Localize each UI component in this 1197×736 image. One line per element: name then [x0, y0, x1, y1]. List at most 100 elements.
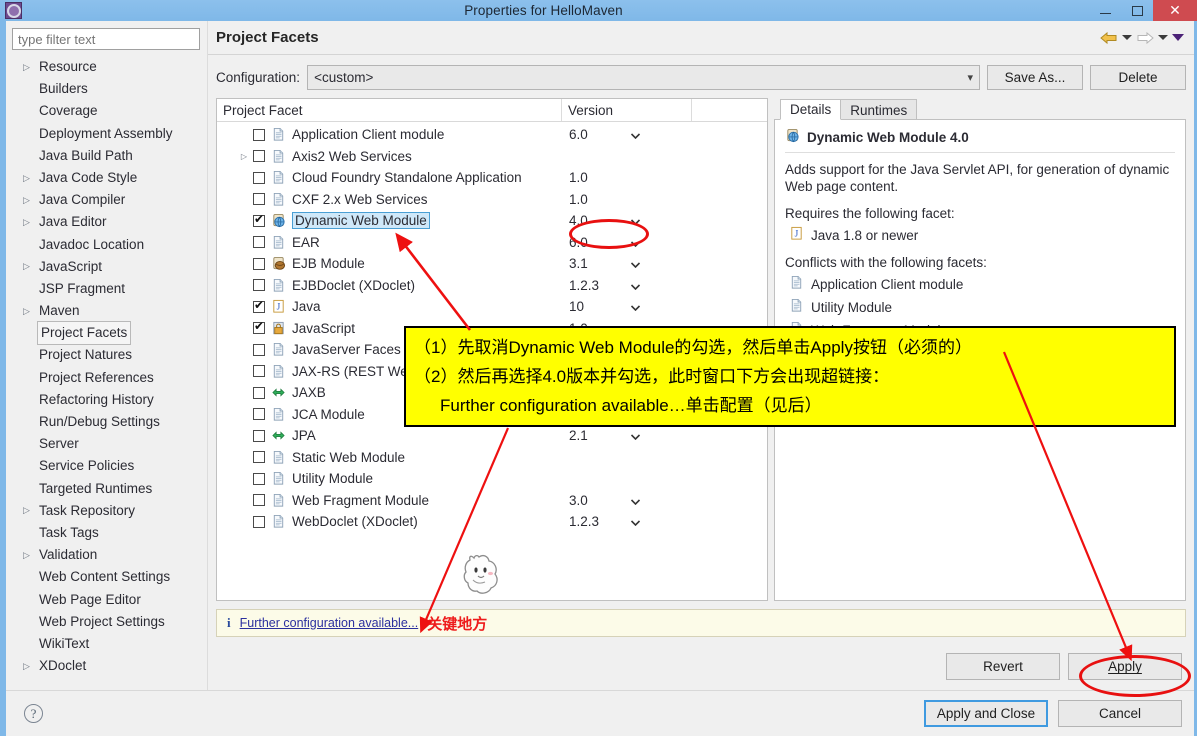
- facet-checkbox[interactable]: [253, 150, 265, 163]
- help-icon[interactable]: ?: [24, 704, 43, 723]
- facet-checkbox[interactable]: [253, 298, 265, 313]
- sidebar-item-web-page-editor[interactable]: Web Page Editor: [12, 589, 202, 611]
- sidebar-item-javadoc-location[interactable]: Javadoc Location: [12, 234, 202, 256]
- sidebar-item-project-facets[interactable]: Project Facets: [12, 321, 202, 346]
- facet-version[interactable]: 1.0: [569, 170, 588, 185]
- facet-version[interactable]: 1.2.3: [569, 278, 599, 293]
- facet-checkbox[interactable]: [253, 128, 265, 141]
- facet-version[interactable]: 6.0: [569, 127, 588, 142]
- facet-row[interactable]: Dynamic Web Module 4.0: [217, 210, 767, 232]
- facet-row[interactable]: JAXB: [217, 382, 767, 404]
- facet-checkbox[interactable]: [253, 343, 265, 356]
- further-configuration-link[interactable]: Further configuration available...: [240, 616, 419, 630]
- forward-dropdown-icon[interactable]: [1158, 35, 1168, 40]
- sidebar-item-service-policies[interactable]: Service Policies: [12, 455, 202, 477]
- facet-version[interactable]: 3.1: [569, 256, 588, 271]
- facet-checkbox[interactable]: [253, 451, 265, 464]
- facet-row[interactable]: Cloud Foundry Standalone Application 1.0: [217, 167, 767, 189]
- version-dropdown-icon[interactable]: [630, 235, 641, 250]
- sidebar-item-maven[interactable]: Maven: [12, 300, 202, 322]
- delete-button[interactable]: Delete: [1090, 65, 1186, 90]
- facet-row[interactable]: CXF 2.x Web Services 1.0: [217, 189, 767, 211]
- filter-input[interactable]: [12, 28, 200, 50]
- facet-row[interactable]: EJB Module 3.1: [217, 253, 767, 275]
- sidebar-item-java-editor[interactable]: Java Editor: [12, 211, 202, 233]
- expand-arrow-icon[interactable]: [23, 63, 37, 72]
- facet-row[interactable]: Utility Module: [217, 468, 767, 490]
- sidebar-item-web-content-settings[interactable]: Web Content Settings: [12, 566, 202, 588]
- expand-arrow-icon[interactable]: [23, 662, 37, 671]
- facet-checkbox[interactable]: [253, 494, 265, 507]
- back-arrow-icon[interactable]: [1100, 31, 1118, 45]
- facet-version[interactable]: 3.0: [569, 493, 588, 508]
- facet-row[interactable]: Web Fragment Module 3.0: [217, 490, 767, 512]
- facet-version[interactable]: 1.2.3: [569, 514, 599, 529]
- tab-details[interactable]: Details: [780, 99, 842, 120]
- apply-button[interactable]: Apply: [1068, 653, 1182, 680]
- expand-arrow-icon[interactable]: [23, 218, 37, 227]
- sidebar-item-refactoring-history[interactable]: Refactoring History: [12, 389, 202, 411]
- facet-version[interactable]: 6.0: [569, 235, 588, 250]
- sidebar-item-server[interactable]: Server: [12, 433, 202, 455]
- facet-checkbox[interactable]: [253, 257, 265, 270]
- sidebar-item-project-natures[interactable]: Project Natures: [12, 344, 202, 366]
- version-dropdown-icon[interactable]: [630, 127, 641, 142]
- facet-row[interactable]: EJBDoclet (XDoclet) 1.2.3: [217, 275, 767, 297]
- facet-row[interactable]: WebDoclet (XDoclet) 1.2.3: [217, 511, 767, 533]
- facet-checkbox[interactable]: [253, 319, 265, 335]
- cancel-button[interactable]: Cancel: [1058, 700, 1182, 727]
- sidebar-item-wikitext[interactable]: WikiText: [12, 633, 202, 655]
- expand-arrow-icon[interactable]: [23, 174, 37, 183]
- facet-checkbox[interactable]: [253, 408, 265, 421]
- sidebar-item-task-repository[interactable]: Task Repository: [12, 500, 202, 522]
- facet-checkbox[interactable]: [253, 193, 265, 206]
- facet-checkbox[interactable]: [253, 171, 265, 184]
- sidebar-item-coverage[interactable]: Coverage: [12, 100, 202, 122]
- history-dropdown-icon[interactable]: [1172, 34, 1184, 41]
- sidebar-item-resource[interactable]: Resource: [12, 56, 202, 78]
- sidebar-item-deployment-assembly[interactable]: Deployment Assembly: [12, 123, 202, 145]
- sidebar-item-builders[interactable]: Builders: [12, 78, 202, 100]
- facet-version[interactable]: 2.1: [569, 428, 588, 443]
- facet-checkbox[interactable]: [253, 515, 265, 528]
- sidebar-item-java-code-style[interactable]: Java Code Style: [12, 167, 202, 189]
- forward-arrow-icon[interactable]: [1136, 31, 1154, 45]
- tab-runtimes[interactable]: Runtimes: [840, 99, 918, 120]
- facet-row[interactable]: Static Web Module: [217, 447, 767, 469]
- facet-checkbox[interactable]: [253, 236, 265, 249]
- save-as-button[interactable]: Save As...: [987, 65, 1083, 90]
- sidebar-item-run-debug-settings[interactable]: Run/Debug Settings: [12, 411, 202, 433]
- sidebar-item-task-tags[interactable]: Task Tags: [12, 522, 202, 544]
- sidebar-item-javascript[interactable]: JavaScript: [12, 256, 202, 278]
- column-header-facet[interactable]: Project Facet: [217, 99, 562, 121]
- sidebar-item-validation[interactable]: Validation: [12, 544, 202, 566]
- facet-row[interactable]: JAX-RS (REST Web Services): [217, 361, 767, 383]
- facet-checkbox[interactable]: [253, 386, 265, 399]
- column-header-version[interactable]: Version: [562, 99, 692, 121]
- version-dropdown-icon[interactable]: [630, 514, 641, 529]
- expand-arrow-icon[interactable]: [23, 307, 37, 316]
- facet-checkbox[interactable]: [253, 472, 265, 485]
- sidebar-item-jsp-fragment[interactable]: JSP Fragment: [12, 278, 202, 300]
- back-dropdown-icon[interactable]: [1122, 35, 1132, 40]
- facet-row[interactable]: JavaServer Faces: [217, 339, 767, 361]
- sidebar-item-project-references[interactable]: Project References: [12, 367, 202, 389]
- minimize-button[interactable]: [1089, 0, 1121, 21]
- facet-version[interactable]: 1.0: [569, 321, 588, 336]
- version-dropdown-icon[interactable]: [630, 278, 641, 293]
- version-dropdown-icon[interactable]: [630, 428, 641, 443]
- facet-row[interactable]: JPA 2.1: [217, 425, 767, 447]
- version-dropdown-icon[interactable]: [630, 299, 641, 314]
- facet-row[interactable]: J Java 10: [217, 296, 767, 318]
- sidebar-item-java-compiler[interactable]: Java Compiler: [12, 189, 202, 211]
- expand-arrow-icon[interactable]: [23, 262, 37, 271]
- version-dropdown-icon[interactable]: [630, 493, 641, 508]
- facet-version[interactable]: 4.0: [569, 213, 588, 228]
- revert-button[interactable]: Revert: [946, 653, 1060, 680]
- facet-row[interactable]: JCA Module: [217, 404, 767, 426]
- sidebar-item-xdoclet[interactable]: XDoclet: [12, 655, 202, 677]
- facet-checkbox[interactable]: [253, 365, 265, 378]
- version-dropdown-icon[interactable]: [630, 256, 641, 271]
- configuration-select[interactable]: <custom> ▾: [307, 65, 980, 90]
- expand-arrow-icon[interactable]: [23, 506, 37, 515]
